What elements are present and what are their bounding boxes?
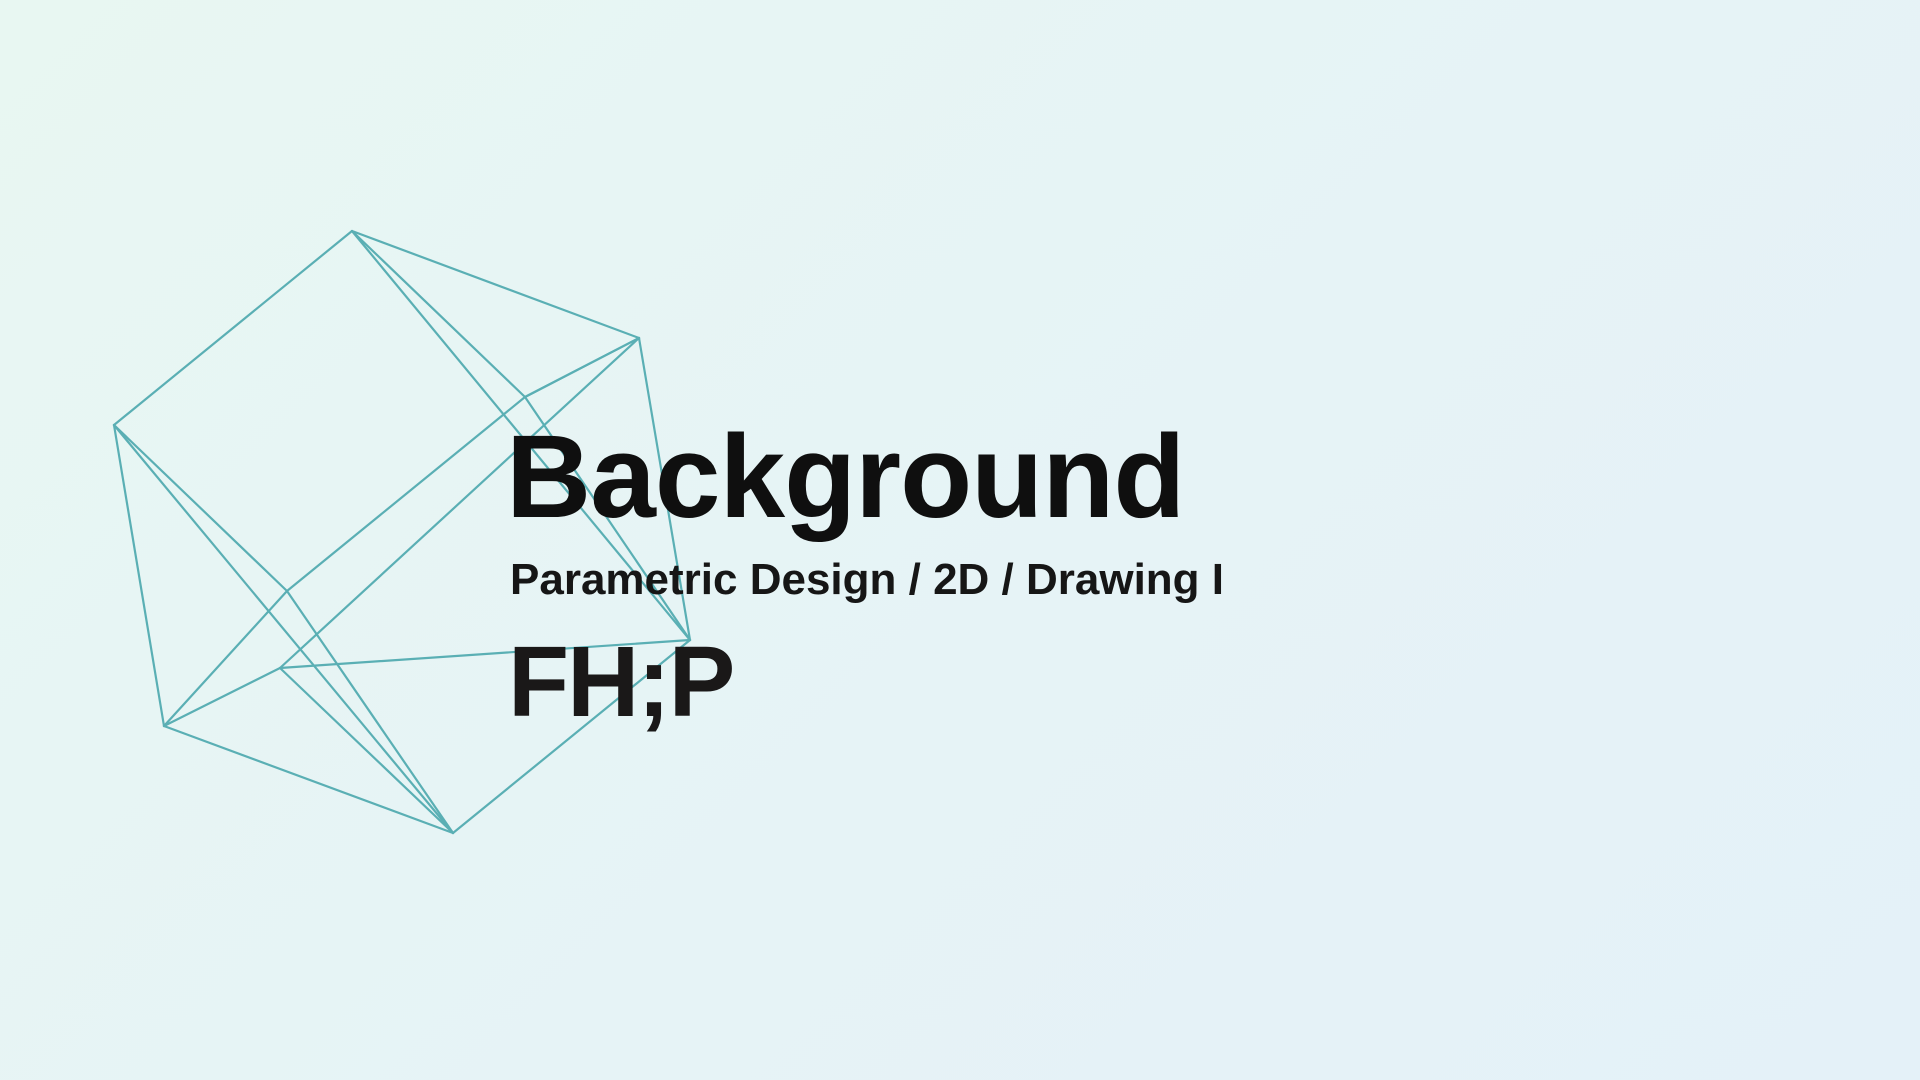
slide-title: Background — [506, 411, 1185, 543]
fhp-logo: FH;P — [508, 626, 735, 738]
slide-subtitle: Parametric Design / 2D / Drawing I — [510, 555, 1225, 604]
title-block: Background Parametric Design / 2D / Draw… — [506, 418, 1224, 732]
slide: Background Parametric Design / 2D / Draw… — [0, 0, 1920, 1080]
